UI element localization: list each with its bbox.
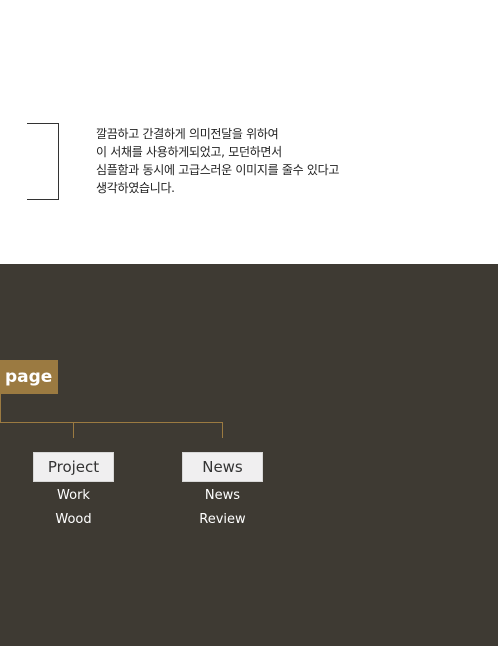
connector-vertical-root <box>0 394 1 422</box>
node-project-item-wood[interactable]: Wood <box>33 512 114 528</box>
bracket-decoration <box>27 123 59 200</box>
intro-line: 생각하였습니다. <box>96 181 175 195</box>
intro-line: 깔끔하고 간결하게 의미전달을 위하여 <box>96 127 279 141</box>
intro-line: 이 서채를 사용하게되었고, 모던하면서 <box>96 145 282 159</box>
intro-line: 심플함과 동시에 고급스러운 이미지를 줄수 있다고 <box>96 163 340 177</box>
node-news-item-news[interactable]: News <box>182 488 263 504</box>
node-news-item-review[interactable]: Review <box>182 512 263 528</box>
connector-horizontal <box>0 422 223 423</box>
node-news[interactable]: News <box>182 452 263 482</box>
intro-description: 깔끔하고 간결하게 의미전달을 위하여 이 서채를 사용하게되었고, 모던하면서… <box>96 125 476 197</box>
sitemap-root-label: page <box>0 360 58 394</box>
connector-vertical-project <box>73 422 74 438</box>
node-project[interactable]: Project <box>33 452 114 482</box>
intro-section: 깔끔하고 간결하게 의미전달을 위하여 이 서채를 사용하게되었고, 모던하면서… <box>0 0 498 264</box>
sitemap-section: page Project Work Wood News News Review <box>0 264 498 646</box>
node-project-item-work[interactable]: Work <box>33 488 114 504</box>
connector-vertical-news <box>222 422 223 438</box>
